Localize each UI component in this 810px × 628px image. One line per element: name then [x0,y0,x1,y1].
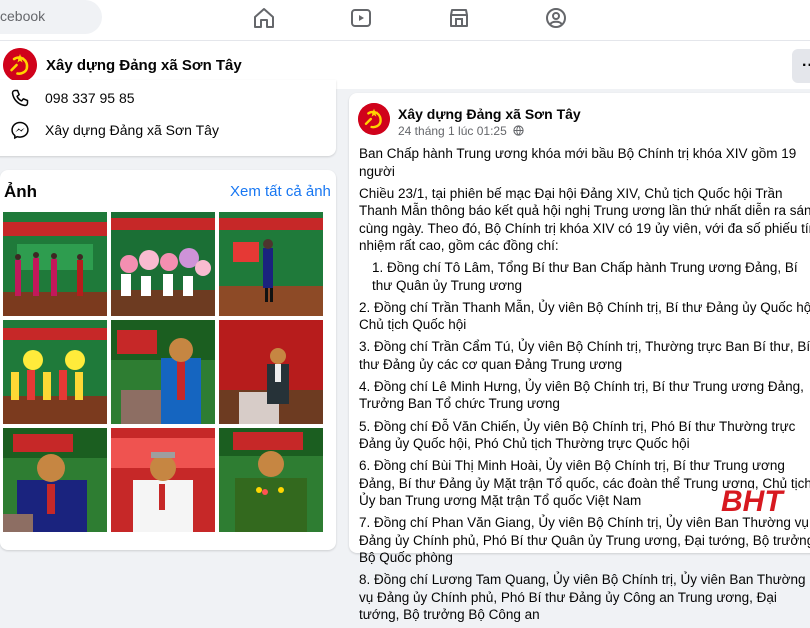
see-all-photos-link[interactable]: Xem tất cả ảnh [230,183,331,200]
post-paragraph: 5. Đồng chí Đỗ Văn Chiến, Ủy viên Bộ Chí… [359,418,796,452]
photo-thumbnail[interactable] [111,212,215,316]
phone-number: 098 337 95 85 [45,90,135,106]
marketplace-icon[interactable] [447,6,471,30]
photo-thumbnail[interactable] [111,428,215,532]
intro-card: 098 337 95 85 Xây dựng Đảng xã Sơn Tây [0,80,336,156]
search-input[interactable]: cebook [0,0,102,34]
post-body: Ban Chấp hành Trung ương khóa mới bầu Bộ… [359,145,810,628]
post-paragraph: Ban Chấp hành Trung ương khóa mới bầu Bộ… [359,146,797,179]
photo-thumbnail[interactable] [3,212,107,316]
globe-icon [513,125,524,136]
photo-thumbnail[interactable] [219,320,323,424]
post-timestamp[interactable]: 24 tháng 1 lúc 01:25 [398,124,507,138]
post-paragraph: 4. Đồng chí Lê Minh Hưng, Ủy viên Bộ Chí… [359,378,804,412]
post-paragraph: 2. Đồng chí Trần Thanh Mẫn, Ủy viên Bộ C… [359,299,810,333]
photo-thumbnail[interactable] [219,428,323,532]
more-options-label: ... [802,53,810,70]
post-author-avatar[interactable] [358,103,390,135]
photo-thumbnail[interactable] [3,428,107,532]
post-paragraph: 1. Đồng chí Tô Lâm, Tổng Bí thư Ban Chấp… [372,260,798,293]
search-placeholder: cebook [0,8,46,24]
post-paragraph: 7. Đồng chí Phan Văn Giang, Ủy viên Bộ C… [359,515,810,566]
post-meta: 24 tháng 1 lúc 01:25 [398,124,524,138]
top-navigation-bar: cebook [0,0,810,40]
photo-thumbnail[interactable] [3,320,107,424]
video-icon[interactable] [349,6,373,30]
home-icon[interactable] [252,6,276,30]
photos-heading: Ảnh [4,182,38,201]
groups-icon[interactable] [544,6,568,30]
post-paragraph: Chiều 23/1, tại phiên bế mạc Đại hội Đản… [359,185,810,254]
messenger-icon [11,121,29,140]
post-paragraph: 3. Đồng chí Trần Cẩm Tú, Ủy viên Bộ Chín… [359,339,810,372]
post-paragraph: 8. Đồng chí Lương Tam Quang, Ủy viên Bộ … [359,572,806,623]
bht-watermark-logo: BHT BHT [719,483,791,520]
messenger-name[interactable]: Xây dựng Đảng xã Sơn Tây [45,122,219,138]
more-options-button[interactable]: ... [792,49,810,83]
photo-thumbnail[interactable] [111,320,215,424]
svg-text:BHT: BHT [721,485,785,517]
page-avatar[interactable] [3,48,37,82]
photos-card: Ảnh Xem tất cả ảnh [0,170,336,550]
phone-icon [11,89,29,107]
page-title[interactable]: Xây dựng Đảng xã Sơn Tây [46,57,242,74]
photo-thumbnail[interactable] [219,212,323,316]
post-author-name[interactable]: Xây dựng Đảng xã Sơn Tây [398,106,581,122]
